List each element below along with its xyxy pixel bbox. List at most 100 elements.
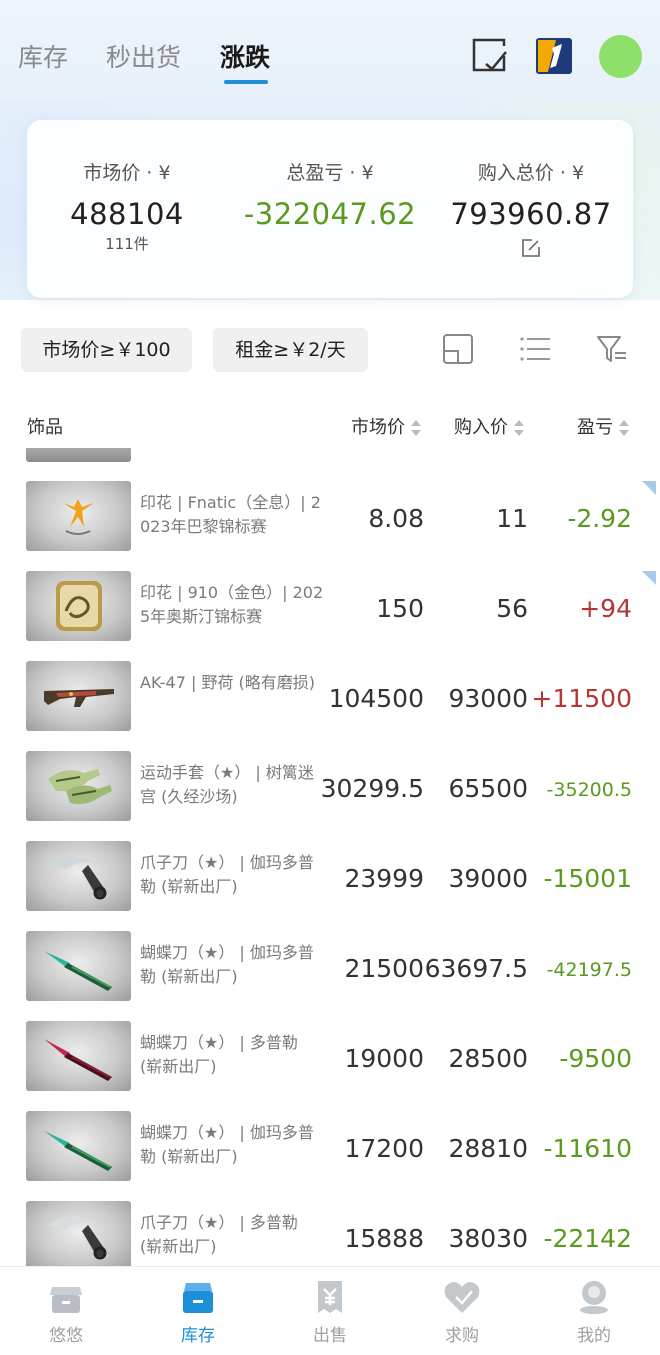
buy-price: 11: [496, 504, 528, 533]
profit-value: -9500: [559, 1044, 632, 1073]
market-value: 488104: [70, 197, 184, 231]
item-name: 蝴蝶刀（★） | 伽玛多普勒 (崭新出厂): [140, 943, 314, 986]
market-price: 8.08: [368, 504, 424, 533]
list-view-icon[interactable]: [518, 332, 552, 366]
market-price: 21500: [344, 954, 424, 983]
item-name: 爪子刀（★） | 多普勒 (崭新出厂): [140, 1213, 298, 1256]
nav-profile[interactable]: 我的: [544, 1279, 644, 1346]
col-buy-sort[interactable]: 购入价: [454, 413, 524, 439]
profit-value: -15001: [543, 864, 632, 893]
buy-price: 93000: [448, 684, 528, 713]
buy-price: 38030: [448, 1224, 528, 1253]
item-name: 蝴蝶刀（★） | 伽玛多普勒 (崭新出厂): [140, 1123, 314, 1166]
corner-marker: [642, 481, 656, 495]
market-price: 30299.5: [320, 774, 424, 803]
col-profit-label: 盈亏: [577, 417, 613, 438]
item-count: 111件: [105, 235, 149, 253]
market-stat: 市场价 · ¥ 488104 111件: [27, 158, 227, 254]
table-row[interactable]: 蝴蝶刀（★） | 多普勒 (崭新出厂) 19000 28500 -9500: [0, 1021, 660, 1111]
filter-icon[interactable]: [595, 332, 629, 366]
item-name: AK-47 | 野荷 (略有磨损): [140, 673, 316, 692]
profit-value: +11500: [531, 684, 632, 713]
nav-label: 求购: [445, 1326, 479, 1346]
nav-label: 库存: [181, 1326, 215, 1346]
top-tab-bar: 库存 秒出货 涨跌: [0, 0, 660, 100]
item-list[interactable]: 印花 | Fnatic（全息）| 2023年巴黎锦标赛 8.08 11 -2.9…: [0, 448, 660, 1266]
col-market-sort[interactable]: 市场价: [351, 413, 421, 439]
col-buy-label: 购入价: [454, 417, 508, 438]
nav-home[interactable]: 悠悠: [16, 1279, 116, 1346]
profit-stat: 总盈亏 · ¥ -322047.62: [230, 158, 430, 231]
sort-icon: [514, 420, 524, 436]
sort-icon: [619, 420, 629, 436]
rifle-icon: [44, 689, 114, 707]
market-price-filter-chip[interactable]: 市场价≥￥100: [21, 328, 192, 372]
nav-label: 悠悠: [49, 1326, 83, 1346]
cost-label: 购入总价 · ¥: [477, 162, 585, 184]
buy-price: 63697.5: [424, 954, 528, 983]
item-name: 运动手套（★） | 树篱迷宫 (久经沙场): [140, 763, 314, 806]
table-row[interactable]: 印花 | 910（金色）| 2025年奥斯汀锦标赛 150 56 +94: [0, 571, 660, 661]
table-row[interactable]: 爪子刀（★） | 伽玛多普勒 (崭新出厂) 23999 39000 -15001: [0, 841, 660, 931]
sort-icon: [411, 420, 421, 436]
item-name: 印花 | Fnatic（全息）| 2023年巴黎锦标赛: [140, 493, 321, 536]
profit-label: 总盈亏 · ¥: [286, 162, 374, 184]
inventory-icon: [183, 1283, 213, 1313]
nav-label: 出售: [313, 1326, 347, 1346]
tab-inventory[interactable]: 库存: [18, 38, 68, 74]
item-thumbnail: [26, 661, 131, 731]
item-thumbnail: [26, 571, 131, 641]
buy-price: 28810: [448, 1134, 528, 1163]
butterfly-knife-icon: [44, 951, 112, 991]
item-thumbnail: [26, 751, 131, 821]
rent-filter-chip[interactable]: 租金≥￥2/天: [213, 328, 368, 372]
market-price: 19000: [344, 1044, 424, 1073]
corner-marker: [642, 571, 656, 585]
buy-price: 39000: [448, 864, 528, 893]
nav-label: 我的: [577, 1326, 611, 1346]
tab-quick-sell[interactable]: 秒出货: [106, 38, 181, 74]
nav-wish[interactable]: 求购: [412, 1279, 512, 1346]
profile-icon: [580, 1281, 608, 1314]
avatar[interactable]: [599, 35, 642, 78]
market-price: 104500: [328, 684, 424, 713]
item-name: 爪子刀（★） | 伽玛多普勒 (崭新出厂): [140, 853, 314, 896]
profit-value: +94: [579, 594, 632, 623]
gloves-icon: [48, 769, 112, 805]
tab-price-change[interactable]: 涨跌: [220, 38, 270, 74]
col-profit-sort[interactable]: 盈亏: [577, 413, 629, 439]
item-thumbnail: [26, 1021, 131, 1091]
checklist-icon[interactable]: [470, 36, 510, 76]
karambit-icon: [48, 1216, 107, 1260]
profit-value: -22142: [543, 1224, 632, 1253]
table-row[interactable]: 运动手套（★） | 树篱迷宫 (久经沙场) 30299.5 65500 -352…: [0, 751, 660, 841]
table-row[interactable]: 蝴蝶刀（★） | 伽玛多普勒 (崭新出厂) 21500 63697.5 -421…: [0, 931, 660, 1021]
table-row[interactable]: 爪子刀（★） | 多普勒 (崭新出厂) 15888 38030 -22142: [0, 1201, 660, 1266]
profit-value: -11610: [543, 1134, 632, 1163]
item-thumbnail: [26, 1111, 131, 1181]
sticker-fnatic-icon: [63, 499, 94, 535]
market-label: 市场价 · ¥: [83, 162, 171, 184]
buy-price: 65500: [448, 774, 528, 803]
game-logo-icon[interactable]: [534, 36, 574, 76]
sell-icon: [318, 1281, 342, 1313]
edit-icon[interactable]: [520, 237, 542, 259]
col-market-label: 市场价: [351, 417, 405, 438]
market-price: 15888: [344, 1224, 424, 1253]
grid-view-icon[interactable]: [441, 332, 475, 366]
table-row[interactable]: 印花 | Fnatic（全息）| 2023年巴黎锦标赛 8.08 11 -2.9…: [0, 481, 660, 571]
market-price: 23999: [344, 864, 424, 893]
butterfly-knife-icon: [44, 1039, 112, 1081]
item-thumbnail: [26, 931, 131, 1001]
cost-stat: 购入总价 · ¥ 793960.87: [431, 158, 631, 263]
table-row[interactable]: AK-47 | 野荷 (略有磨损) 104500 93000 +11500: [0, 661, 660, 751]
nav-sell[interactable]: 出售: [280, 1279, 380, 1346]
nav-inventory[interactable]: 库存: [148, 1279, 248, 1346]
bottom-nav: 悠悠 库存 出售 求购 我的: [0, 1266, 660, 1355]
item-thumbnail: [26, 448, 131, 462]
table-row[interactable]: 蝴蝶刀（★） | 伽玛多普勒 (崭新出厂) 17200 28810 -11610: [0, 1111, 660, 1201]
butterfly-knife-icon: [44, 1131, 112, 1171]
item-name: 印花 | 910（金色）| 2025年奥斯汀锦标赛: [140, 583, 324, 626]
profit-value: -2.92: [567, 504, 632, 533]
item-name: 蝴蝶刀（★） | 多普勒 (崭新出厂): [140, 1033, 298, 1076]
